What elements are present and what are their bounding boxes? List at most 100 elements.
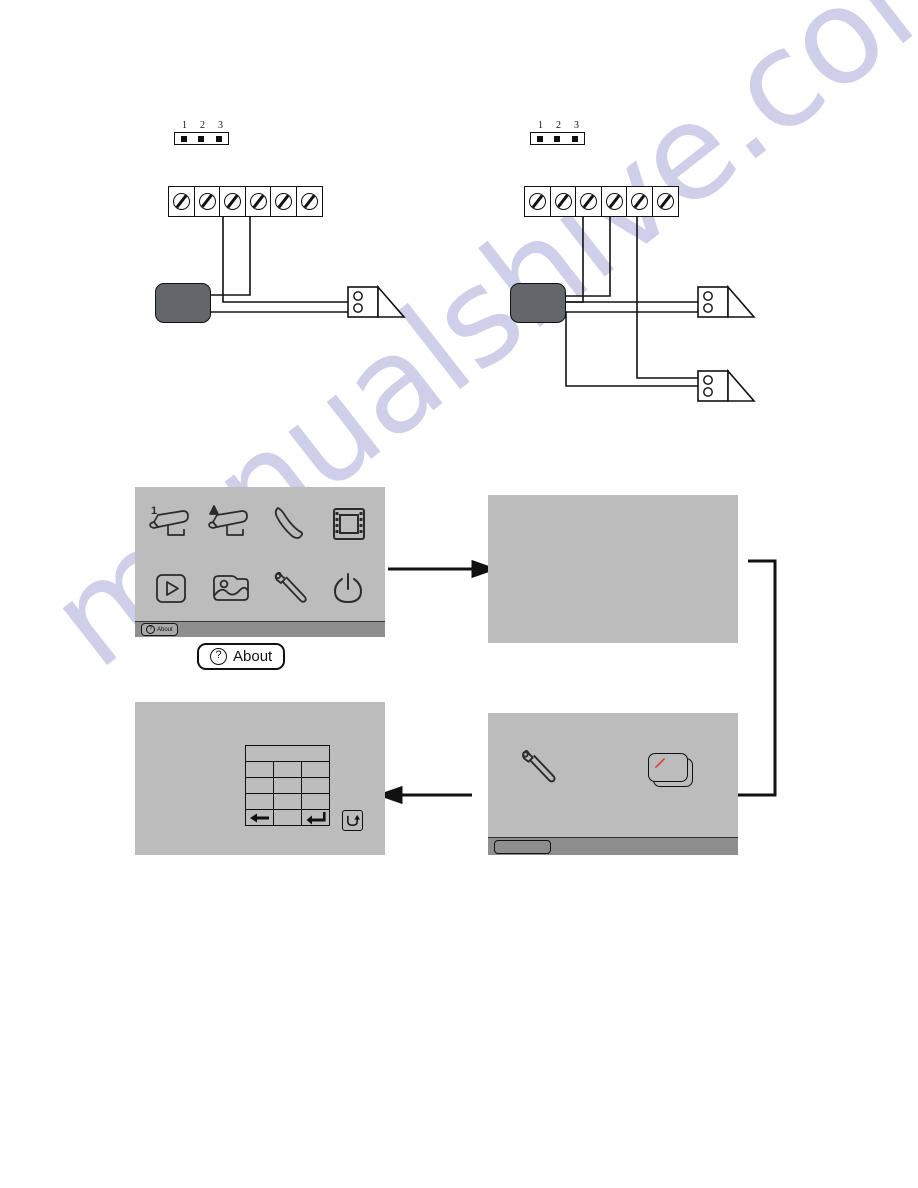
jumper-block-right[interactable]: 1 2 3 xyxy=(530,120,585,145)
about-button-label: About xyxy=(157,626,173,633)
camera-1-icon: 1 xyxy=(148,505,189,536)
terminal-5[interactable] xyxy=(626,186,654,217)
key-row1-col3[interactable] xyxy=(301,761,330,778)
info-screen-content xyxy=(488,495,489,496)
menu-item-camera-alert[interactable] xyxy=(201,491,261,556)
jumper-labels-left: 1 2 3 xyxy=(179,120,226,131)
info-screen xyxy=(488,495,738,643)
jumper-pin-1 xyxy=(180,135,187,142)
screw-icon xyxy=(554,193,572,210)
jumper-label-1: 1 xyxy=(182,120,187,131)
key-row2-col2[interactable] xyxy=(273,777,302,794)
tools-screen-bottom-button[interactable] xyxy=(494,839,551,854)
key-row4-col2[interactable] xyxy=(273,809,302,826)
menu-item-film[interactable] xyxy=(320,491,380,556)
wrench-icon xyxy=(522,750,556,783)
screw-icon xyxy=(301,193,319,210)
note-block-icon xyxy=(648,753,693,787)
wrench-icon xyxy=(274,571,307,603)
terminal-6[interactable] xyxy=(652,186,680,217)
screw-icon xyxy=(249,193,267,210)
key-row1-col2[interactable] xyxy=(273,761,302,778)
menu-item-gallery[interactable] xyxy=(201,556,261,621)
terminal-4[interactable] xyxy=(600,186,628,217)
key-row3-col2[interactable] xyxy=(273,793,302,810)
jumper-label-3: 3 xyxy=(218,120,223,131)
phone-handset-icon xyxy=(274,506,303,539)
terminal-3[interactable] xyxy=(219,186,247,217)
play-button-icon xyxy=(155,573,186,603)
terminal-3[interactable] xyxy=(575,186,603,217)
red-stroke-icon xyxy=(655,758,665,768)
screw-icon xyxy=(605,193,623,210)
device-box-right xyxy=(510,283,566,323)
terminal-2[interactable] xyxy=(549,186,577,217)
terminal-5[interactable] xyxy=(270,186,298,217)
about-callout-label: About xyxy=(233,648,273,665)
tools-screen xyxy=(488,713,738,855)
jumper-block-left[interactable]: 1 2 3 xyxy=(174,120,229,145)
screw-icon xyxy=(529,193,546,210)
jumper-body-left xyxy=(174,132,229,145)
tools-screen-bottom-button-label xyxy=(495,841,496,842)
svg-text:1: 1 xyxy=(151,505,157,517)
menu-item-phone[interactable] xyxy=(260,491,320,556)
menu-item-settings[interactable] xyxy=(260,556,320,621)
keypad-display xyxy=(245,745,330,762)
terminal-2[interactable] xyxy=(193,186,221,217)
film-strip-icon xyxy=(333,507,366,540)
jumper-label-2: 2 xyxy=(200,120,205,131)
terminal-4[interactable] xyxy=(244,186,272,217)
sensor-right-1 xyxy=(697,284,756,318)
screw-icon xyxy=(275,193,293,210)
jumper-label-2: 2 xyxy=(556,120,561,131)
tools-screen-item-wrench[interactable] xyxy=(516,746,560,790)
device-box-left xyxy=(155,283,211,323)
menu-item-play[interactable] xyxy=(141,556,201,621)
key-row1-col1[interactable] xyxy=(245,761,274,778)
screw-icon xyxy=(580,193,598,210)
screw-icon xyxy=(657,193,675,210)
jumper-pin-2 xyxy=(198,135,205,142)
keypad-screen xyxy=(135,702,385,855)
jumper-labels-right: 1 2 3 xyxy=(535,120,582,131)
about-callout[interactable]: ? About xyxy=(197,643,286,670)
sensor-right-2 xyxy=(697,368,756,402)
jumper-pin-2 xyxy=(554,135,561,142)
key-backspace[interactable] xyxy=(245,809,274,826)
power-icon xyxy=(334,572,363,603)
photo-gallery-icon xyxy=(213,574,250,601)
key-row3-col3[interactable] xyxy=(301,793,330,810)
terminal-block-right xyxy=(524,186,680,217)
menu-item-power[interactable] xyxy=(320,556,380,621)
question-mark-icon: ? xyxy=(146,625,155,634)
jumper-body-right xyxy=(530,132,585,145)
tools-screen-bottom-bar xyxy=(488,837,738,855)
screw-icon xyxy=(198,193,216,210)
jumper-pin-3 xyxy=(572,135,579,142)
jumper-pin-1 xyxy=(536,135,543,142)
sensor-left-1 xyxy=(347,284,406,318)
main-menu-screen: 1 ? About xyxy=(135,487,385,637)
jumper-label-3: 3 xyxy=(574,120,579,131)
keypad-refresh-button[interactable] xyxy=(342,810,363,831)
key-enter[interactable] xyxy=(301,809,330,826)
menu-item-camera-1[interactable]: 1 xyxy=(141,491,201,556)
tools-screen-item-note[interactable] xyxy=(648,753,693,787)
refresh-icon xyxy=(347,814,360,826)
main-menu-icon-grid: 1 xyxy=(135,487,385,621)
terminal-1[interactable] xyxy=(524,186,551,217)
key-row2-col3[interactable] xyxy=(301,777,330,794)
camera-alert-icon xyxy=(208,504,249,536)
screw-icon xyxy=(631,193,649,210)
key-row2-col1[interactable] xyxy=(245,777,274,794)
keypad-grid xyxy=(245,745,330,826)
screw-icon xyxy=(224,193,242,210)
terminal-block-left xyxy=(168,186,324,217)
terminal-1[interactable] xyxy=(168,186,195,217)
terminal-6[interactable] xyxy=(296,186,324,217)
manual-page: manualshive.com 1 2 3 1 2 3 1 ? About ? … xyxy=(0,0,918,1188)
about-button[interactable]: ? About xyxy=(141,623,178,636)
key-row3-col1[interactable] xyxy=(245,793,274,810)
question-mark-icon: ? xyxy=(210,648,227,665)
